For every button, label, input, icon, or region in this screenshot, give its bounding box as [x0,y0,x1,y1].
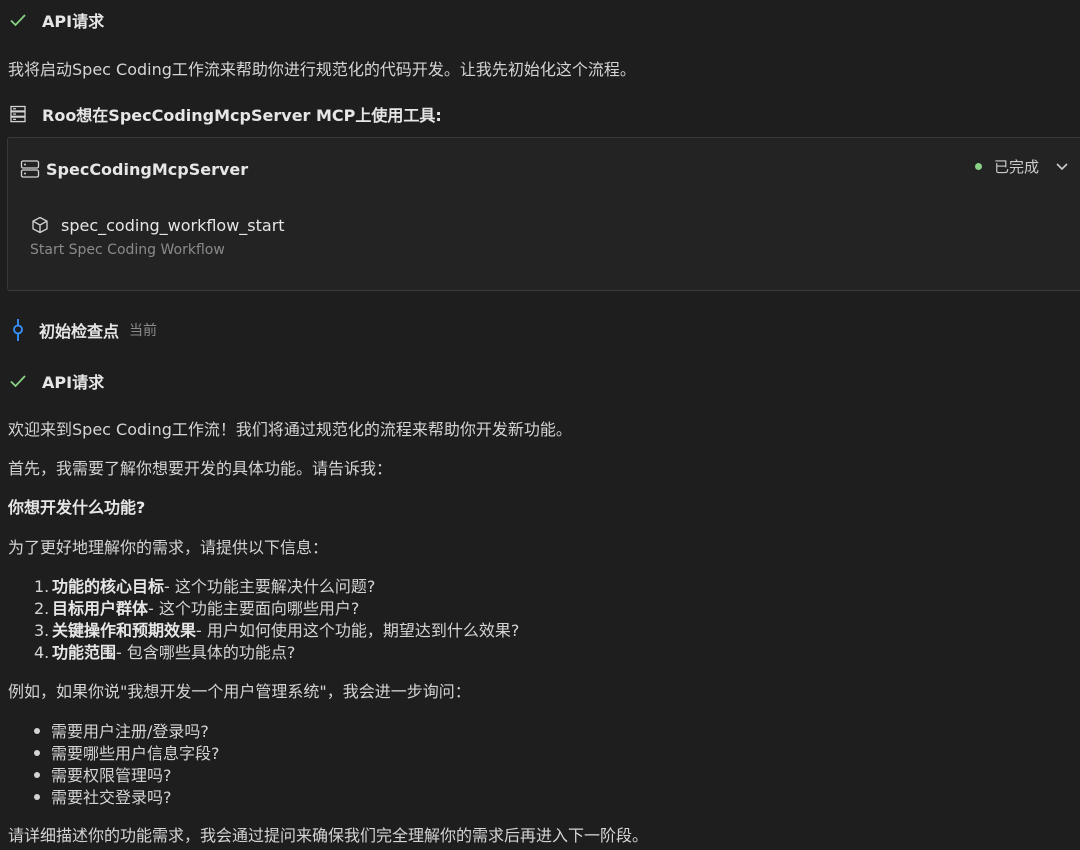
bullet-icon [34,750,40,756]
response-welcome: 欢迎来到Spec Coding工作流！我们将通过规范化的流程来帮助你开发新功能。 [8,420,572,439]
tool-description: Start Spec Coding Workflow [30,242,225,258]
list-item: 需要社交登录吗? [34,784,172,808]
server-icon [20,159,40,179]
mcp-server-name: SpecCodingMcpServer [46,159,249,179]
check-icon [9,11,27,29]
list-item: 1. 功能的核心目标 - 这个功能主要解决什么问题? [34,577,376,596]
response-example: 例如，如果你说"我想开发一个用户管理系统"，我会进一步询问： [8,682,471,701]
response-first: 首先，我需要了解你想要开发的具体功能。请告诉我： [8,459,393,478]
mcp-notice-text: Roo想在SpecCodingMcpServer MCP上使用工具: [42,106,442,125]
mcp-status[interactable]: 已完成 [975,154,1070,178]
list-item: 2. 目标用户群体 - 这个功能主要面向哪些用户? [34,599,360,618]
status-dot [975,162,982,170]
checkpoint-label: 初始检查点 [39,322,120,341]
api-request-header-2[interactable]: API请求 [9,369,104,393]
checkpoint-row[interactable]: 初始检查点 当前 [9,318,157,342]
mcp-server-header: SpecCodingMcpServer [20,157,248,181]
list-item: 需要权限管理吗? [34,762,172,786]
assistant-message-intro: 我将启动Spec Coding工作流来帮助你进行规范化的代码开发。让我先初始化这… [8,60,636,79]
chevron-down-icon[interactable] [1054,158,1070,174]
mcp-notice: Roo想在SpecCodingMcpServer MCP上使用工具: [9,102,442,126]
check-icon [9,372,27,390]
response-info-prompt: 为了更好地理解你的需求，请提供以下信息： [8,538,329,557]
list-item: 3. 关键操作和预期效果 - 用户如何使用这个功能，期望达到什么效果? [34,621,520,640]
server-icon [9,105,27,123]
cube-icon [31,216,49,234]
list-item: 4. 功能范围 - 包含哪些具体的功能点? [34,643,296,662]
list-item: 需要哪些用户信息字段? [34,740,220,764]
response-question: 你想开发什么功能? [8,498,146,517]
bullet-icon [34,794,40,800]
response-closing: 请详细描述你的功能需求，我会通过提问来确保我们完全理解你的需求后再进入下一阶段。 [8,826,649,845]
api-request-header-1[interactable]: API请求 [9,8,104,32]
status-label: 已完成 [994,157,1040,176]
mcp-tool-card: SpecCodingMcpServer 已完成 spec_coding_work… [7,137,1080,291]
api-request-label: API请求 [42,12,105,31]
bullet-icon [34,728,40,734]
list-item: 需要用户注册/登录吗? [34,718,209,742]
tool-name: spec_coding_workflow_start [61,215,285,235]
api-request-label: API请求 [42,373,105,392]
git-commit-icon [9,319,27,341]
checkpoint-current-badge: 当前 [129,323,158,339]
bullet-icon [34,772,40,778]
mcp-tool-row: spec_coding_workflow_start [31,213,285,237]
